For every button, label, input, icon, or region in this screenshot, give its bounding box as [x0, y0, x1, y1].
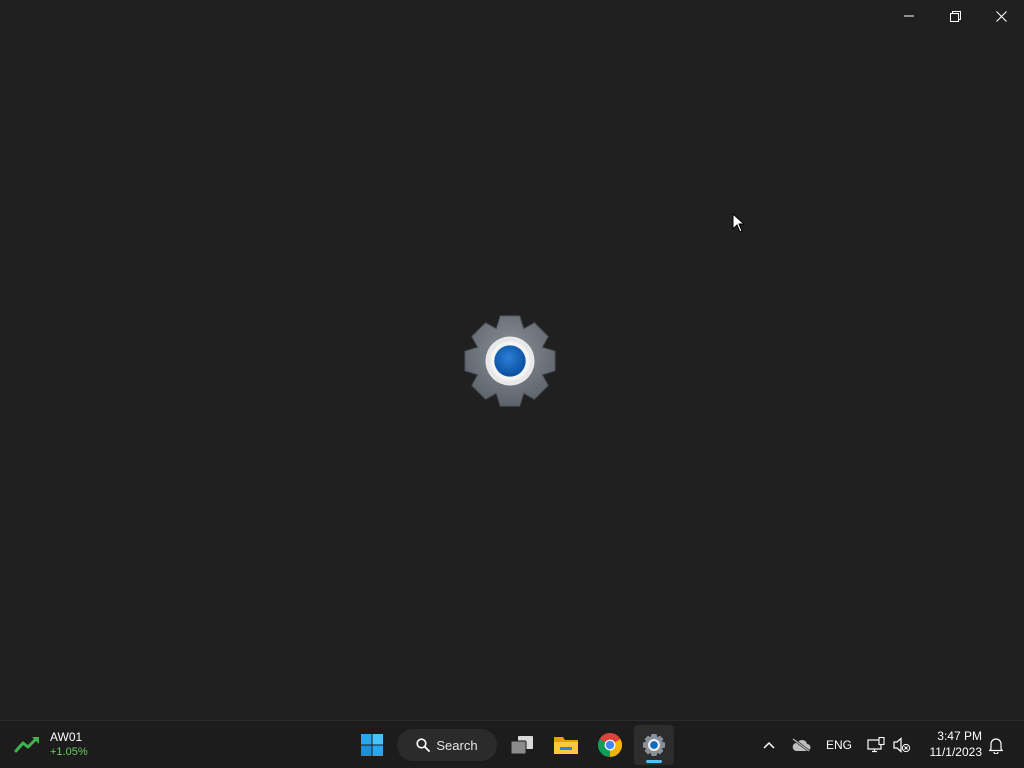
- caption-buttons: [886, 0, 1024, 32]
- stock-up-icon: [14, 737, 39, 753]
- stock-change: +1.05%: [50, 746, 88, 758]
- settings-taskbar-button[interactable]: [634, 725, 674, 765]
- minimize-icon: [904, 15, 914, 17]
- chrome-icon: [598, 733, 622, 757]
- close-icon: [995, 10, 1007, 22]
- active-app-indicator: [646, 760, 662, 763]
- task-view-icon: [510, 736, 533, 755]
- language-button[interactable]: ENG: [822, 725, 856, 765]
- close-button[interactable]: [978, 0, 1024, 32]
- network-icon: [867, 737, 885, 753]
- clock-time: 3:47 PM: [937, 729, 982, 743]
- cloud-offline-icon: [792, 738, 811, 752]
- notifications-button[interactable]: [984, 725, 1008, 765]
- chrome-button[interactable]: [590, 725, 630, 765]
- minimize-button[interactable]: [886, 0, 932, 32]
- mouse-pointer-icon: [732, 213, 746, 233]
- volume-muted-icon: [893, 737, 911, 753]
- settings-gear-icon: [642, 733, 666, 757]
- search-label: Search: [436, 737, 478, 753]
- show-hidden-icons-button[interactable]: [758, 725, 780, 765]
- task-view-button[interactable]: [502, 725, 542, 765]
- start-button[interactable]: [352, 725, 392, 765]
- bell-icon: [988, 737, 1004, 754]
- clock[interactable]: 3:47 PM 11/1/2023: [922, 728, 983, 760]
- file-explorer-button[interactable]: [546, 725, 586, 765]
- restore-button[interactable]: [932, 0, 978, 32]
- language-indicator: ENG: [825, 738, 852, 752]
- folder-icon: [554, 737, 578, 754]
- search-icon: [416, 738, 431, 752]
- volume-button[interactable]: [890, 725, 914, 765]
- taskbar: AW01 +1.05% Search ENG 3:47 PM 11/1/2023: [0, 720, 1024, 768]
- settings-gear-icon: [464, 315, 556, 407]
- network-button[interactable]: [864, 725, 888, 765]
- settings-window: [0, 0, 1024, 720]
- restore-icon: [949, 10, 961, 22]
- chevron-up-icon: [763, 741, 775, 749]
- clock-date: 11/1/2023: [929, 745, 983, 759]
- search-button[interactable]: Search: [397, 729, 497, 761]
- stock-ticker: AW01: [50, 730, 83, 744]
- windows-start-icon: [361, 734, 383, 756]
- onedrive-button[interactable]: [788, 725, 814, 765]
- stock-widget[interactable]: AW01 +1.05%: [14, 727, 88, 763]
